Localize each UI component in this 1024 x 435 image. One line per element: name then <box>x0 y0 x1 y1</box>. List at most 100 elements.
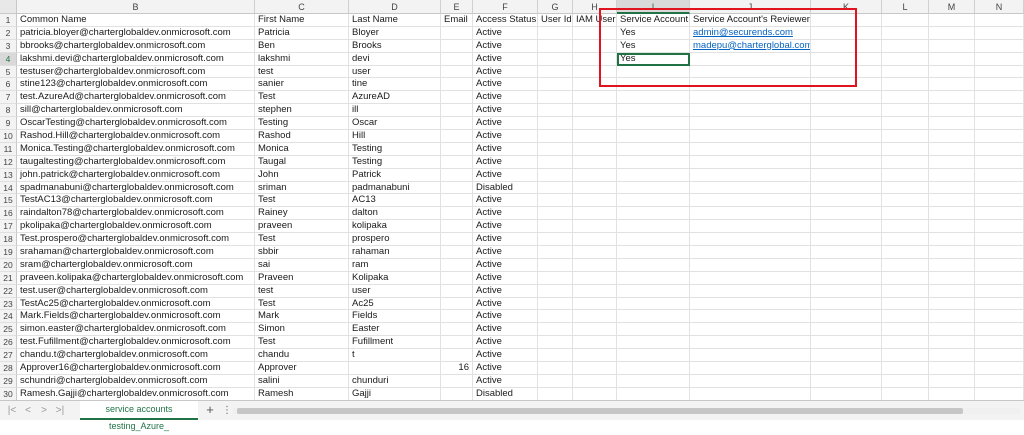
cell-n18[interactable] <box>975 233 1024 247</box>
cell-m14[interactable] <box>929 181 975 195</box>
column-header-l[interactable]: L <box>882 0 929 14</box>
cell-n23[interactable] <box>975 297 1024 311</box>
cell-c27[interactable]: chandu <box>255 349 349 363</box>
cell-g9[interactable] <box>538 117 573 131</box>
cell-c30[interactable]: Ramesh <box>255 387 349 400</box>
cell-m29[interactable] <box>929 374 975 388</box>
cell-f5[interactable]: Active <box>473 65 538 79</box>
cell-e7[interactable] <box>441 91 473 105</box>
cell-h23[interactable] <box>573 297 617 311</box>
cell-b15[interactable]: TestAC13@charterglobaldev.onmicrosoft.co… <box>17 194 255 208</box>
cell-n7[interactable] <box>975 91 1024 105</box>
cell-m4[interactable] <box>929 52 975 66</box>
cell-h20[interactable] <box>573 258 617 272</box>
cell-m20[interactable] <box>929 258 975 272</box>
row-header[interactable]: 30 <box>0 387 17 400</box>
cell-e15[interactable] <box>441 194 473 208</box>
cell-i18[interactable] <box>617 233 690 247</box>
cell-c19[interactable]: sbbir <box>255 246 349 259</box>
cell-m18[interactable] <box>929 233 975 247</box>
column-header-h[interactable]: H <box>573 0 617 14</box>
row-header[interactable]: 6 <box>0 78 17 92</box>
cell-f6[interactable]: Active <box>473 78 538 92</box>
cell-d30[interactable]: Gajji <box>349 387 441 400</box>
cell-h1[interactable]: IAM User <box>573 14 617 27</box>
cell-k18[interactable] <box>811 233 882 247</box>
cell-m28[interactable] <box>929 362 975 375</box>
cell-i19[interactable] <box>617 246 690 259</box>
cell-c29[interactable]: salini <box>255 374 349 388</box>
cell-k27[interactable] <box>811 349 882 363</box>
cell-c20[interactable]: sai <box>255 258 349 272</box>
last-sheet-nav-icon[interactable]: >| <box>54 404 66 418</box>
cell-l23[interactable] <box>882 297 929 311</box>
cell-n17[interactable] <box>975 220 1024 234</box>
cell-k9[interactable] <box>811 117 882 131</box>
cell-d15[interactable]: AC13 <box>349 194 441 208</box>
cell-l12[interactable] <box>882 155 929 169</box>
cell-e6[interactable] <box>441 78 473 92</box>
prev-sheet-nav-icon[interactable]: < <box>22 404 34 418</box>
cell-f26[interactable]: Active <box>473 336 538 350</box>
cell-c21[interactable]: Praveen <box>255 271 349 285</box>
cell-n8[interactable] <box>975 104 1024 118</box>
cell-e3[interactable] <box>441 39 473 53</box>
cell-j27[interactable] <box>690 349 811 363</box>
cell-e12[interactable] <box>441 155 473 169</box>
row-header[interactable]: 2 <box>0 26 17 40</box>
cell-e9[interactable] <box>441 117 473 131</box>
cell-k2[interactable] <box>811 26 882 40</box>
cell-l29[interactable] <box>882 374 929 388</box>
cell-b7[interactable]: test.AzureAd@charterglobaldev.onmicrosof… <box>17 91 255 105</box>
cell-e19[interactable] <box>441 246 473 259</box>
cell-j26[interactable] <box>690 336 811 350</box>
cell-h17[interactable] <box>573 220 617 234</box>
cell-g28[interactable] <box>538 362 573 375</box>
cell-j1[interactable]: Service Account's Reviewer <box>690 14 811 27</box>
cell-k16[interactable] <box>811 207 882 221</box>
cell-i2[interactable]: Yes <box>617 26 690 40</box>
cell-e30[interactable] <box>441 387 473 400</box>
cell-m5[interactable] <box>929 65 975 79</box>
cell-d25[interactable]: Easter <box>349 323 441 337</box>
cell-e26[interactable] <box>441 336 473 350</box>
cell-i29[interactable] <box>617 374 690 388</box>
cell-e27[interactable] <box>441 349 473 363</box>
cell-d3[interactable]: Brooks <box>349 39 441 53</box>
cell-j30[interactable] <box>690 387 811 400</box>
cell-g10[interactable] <box>538 130 573 143</box>
row-header[interactable]: 9 <box>0 117 17 131</box>
cell-m21[interactable] <box>929 271 975 285</box>
horizontal-scrollbar[interactable] <box>233 406 1020 416</box>
cell-k4[interactable] <box>811 52 882 66</box>
row-header[interactable]: 8 <box>0 104 17 118</box>
cell-b12[interactable]: taugaltesting@charterglobaldev.onmicroso… <box>17 155 255 169</box>
cell-g16[interactable] <box>538 207 573 221</box>
cell-e8[interactable] <box>441 104 473 118</box>
cell-k20[interactable] <box>811 258 882 272</box>
cell-k7[interactable] <box>811 91 882 105</box>
cell-h14[interactable] <box>573 181 617 195</box>
cell-k23[interactable] <box>811 297 882 311</box>
cell-e18[interactable] <box>441 233 473 247</box>
cell-l22[interactable] <box>882 284 929 298</box>
cell-e24[interactable] <box>441 310 473 324</box>
cell-j24[interactable] <box>690 310 811 324</box>
cell-f16[interactable]: Active <box>473 207 538 221</box>
cell-b25[interactable]: simon.easter@charterglobaldev.onmicrosof… <box>17 323 255 337</box>
cell-l7[interactable] <box>882 91 929 105</box>
cell-d22[interactable]: user <box>349 284 441 298</box>
cell-l11[interactable] <box>882 142 929 156</box>
cell-l24[interactable] <box>882 310 929 324</box>
cell-d24[interactable]: Fields <box>349 310 441 324</box>
cell-e16[interactable] <box>441 207 473 221</box>
cell-i1[interactable]: Service Account <box>617 14 690 27</box>
cell-d7[interactable]: AzureAD <box>349 91 441 105</box>
cell-c24[interactable]: Mark <box>255 310 349 324</box>
cell-f11[interactable]: Active <box>473 142 538 156</box>
cell-l1[interactable] <box>882 14 929 27</box>
cell-f25[interactable]: Active <box>473 323 538 337</box>
cell-n10[interactable] <box>975 130 1024 143</box>
cell-i7[interactable] <box>617 91 690 105</box>
cell-l14[interactable] <box>882 181 929 195</box>
